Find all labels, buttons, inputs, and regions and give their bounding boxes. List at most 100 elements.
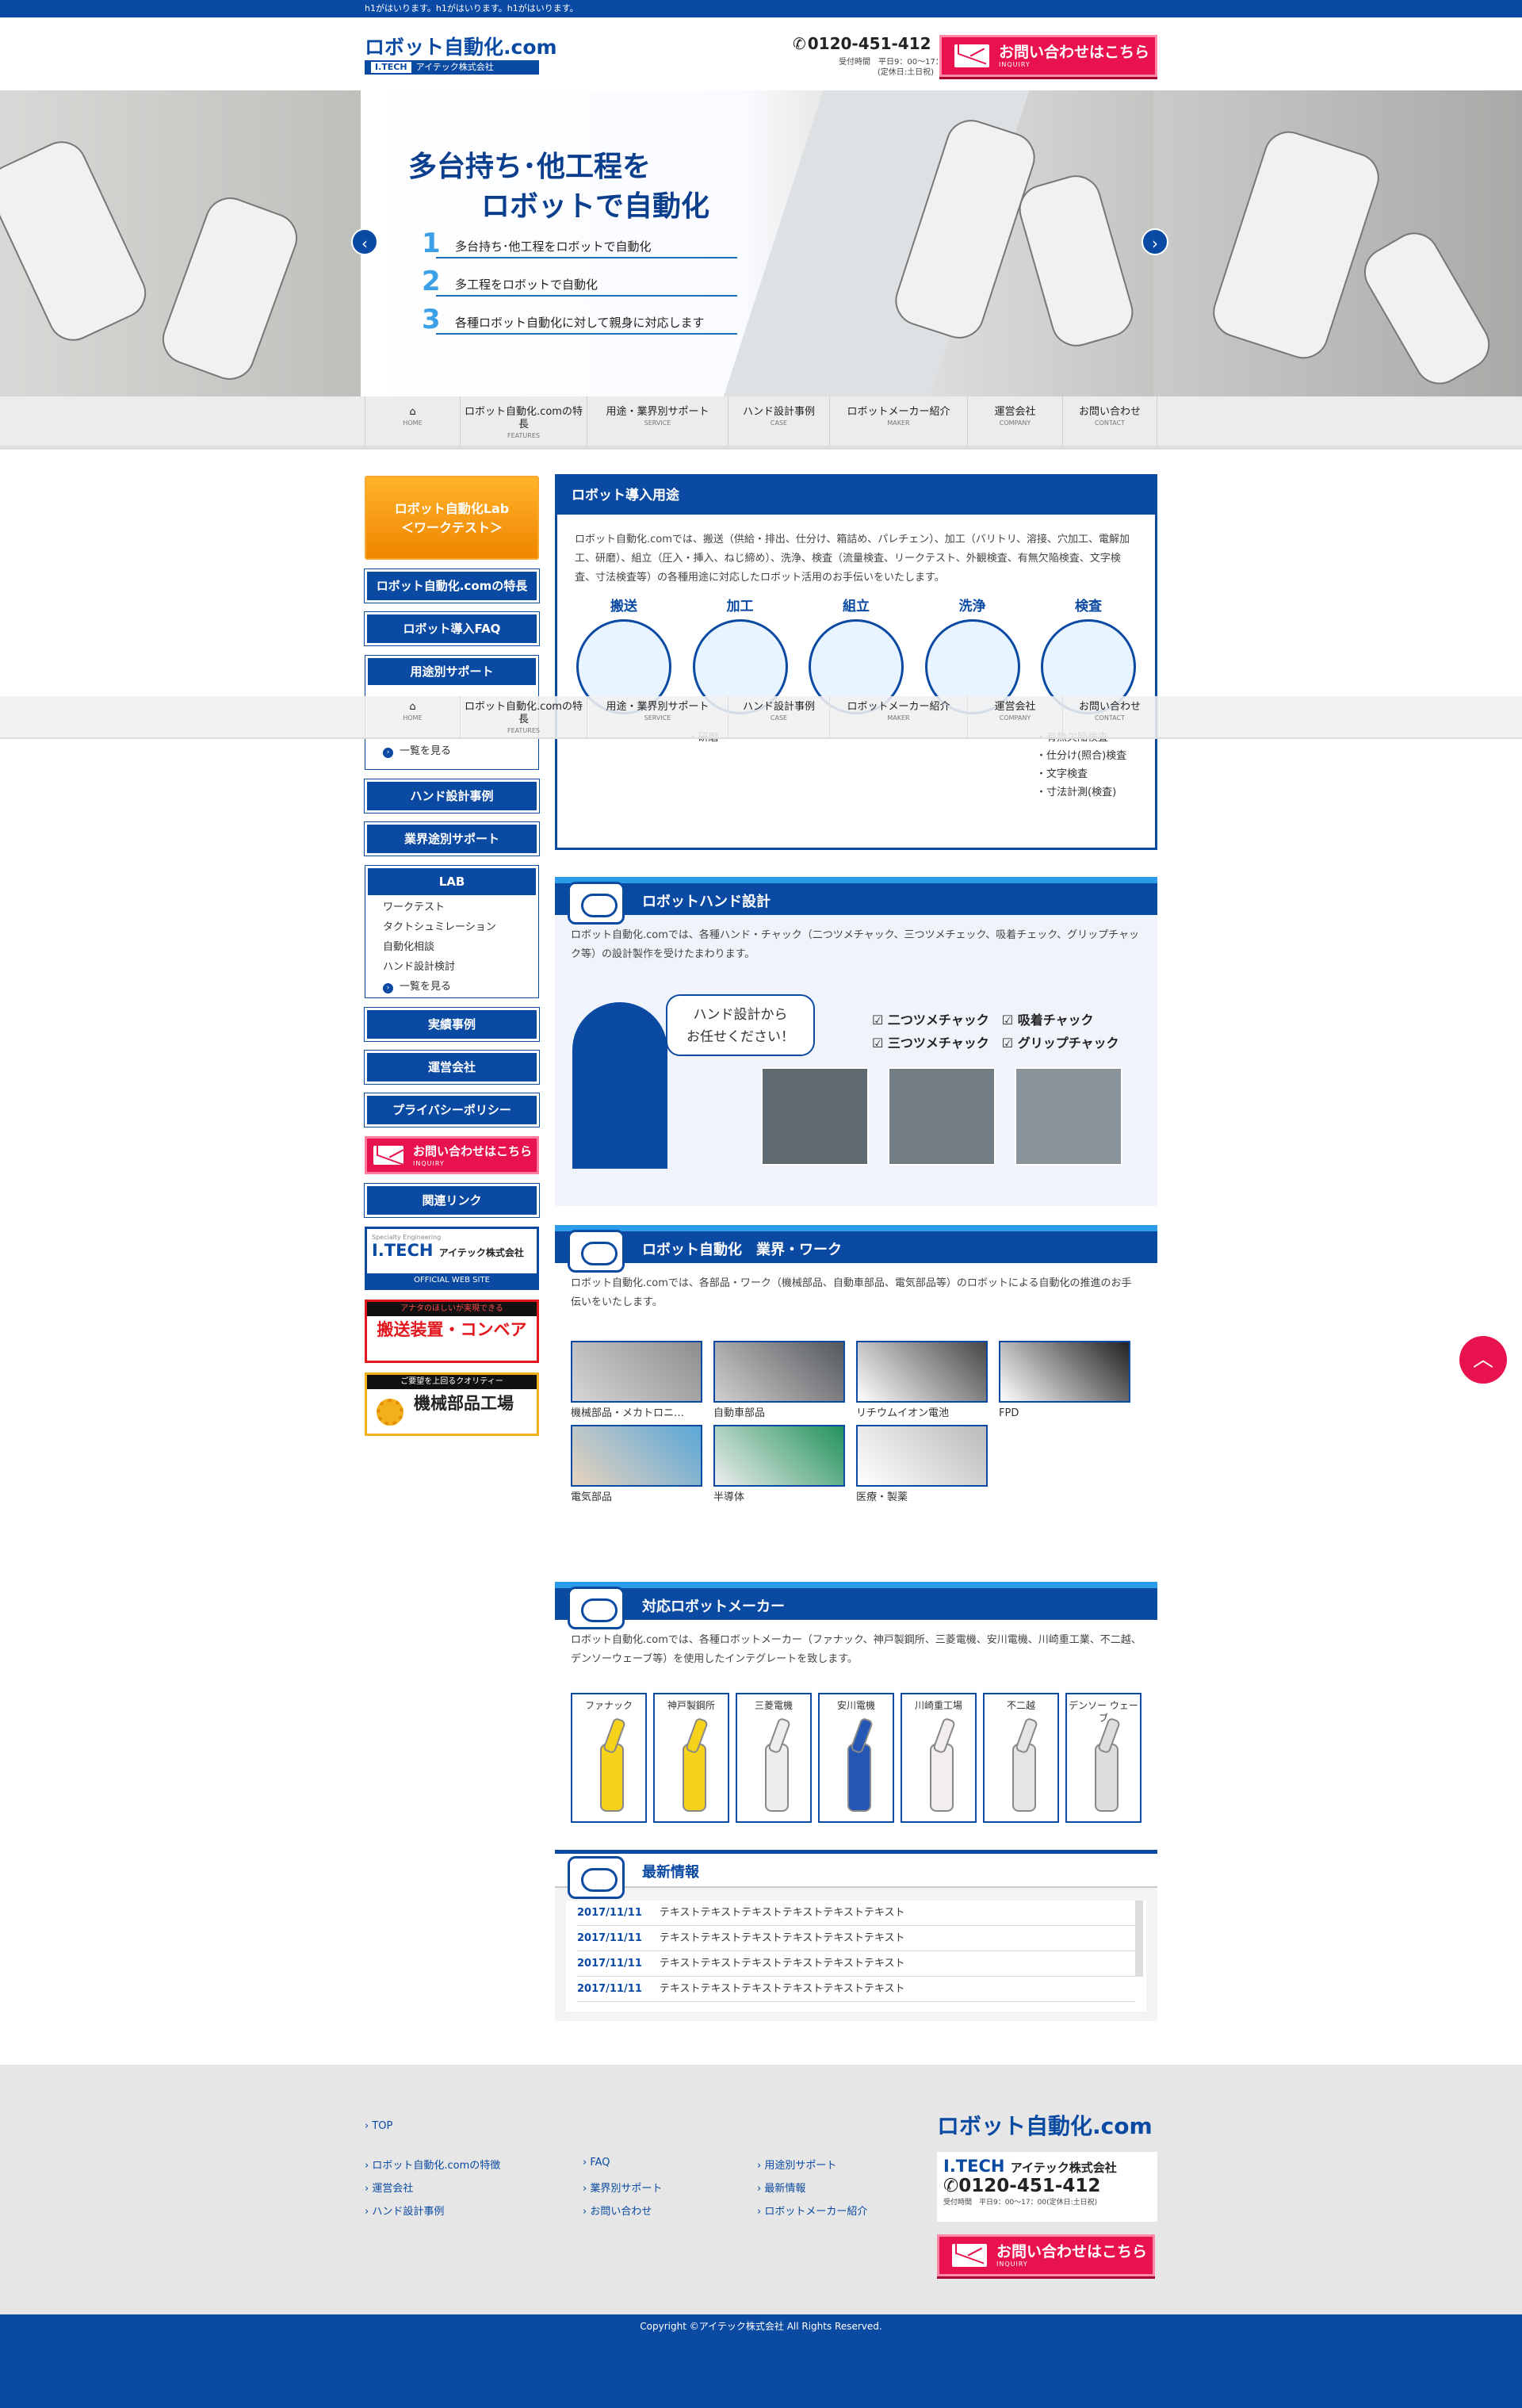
- footer-link[interactable]: ハンド設計事例: [365, 2203, 444, 2218]
- robot-icon: [1012, 1744, 1036, 1812]
- lab-button[interactable]: ロボット自動化Lab ＜ワークテスト＞: [365, 476, 539, 560]
- footer-link[interactable]: ロボットメーカー紹介: [757, 2203, 867, 2218]
- nav-case[interactable]: ハンド設計事例 CASE: [728, 696, 829, 739]
- sidebar-results[interactable]: 実績事例: [364, 1007, 540, 1042]
- nav-maker[interactable]: ロボットメーカー紹介 MAKER: [829, 396, 967, 446]
- hand-photo: [888, 1067, 996, 1166]
- robot-image: [1013, 169, 1139, 353]
- industry-image: [571, 1341, 702, 1403]
- nav-maker[interactable]: ロボットメーカー紹介 MAKER: [829, 696, 967, 739]
- lab-item[interactable]: 自動化相談: [365, 937, 538, 957]
- sidebar-privacy[interactable]: プライバシーポリシー: [364, 1093, 540, 1127]
- nav-features[interactable]: ロボット自動化.comの特長 FEATURES: [460, 396, 587, 446]
- slider-prev-button[interactable]: ‹: [351, 228, 378, 255]
- industry-image: [856, 1425, 988, 1487]
- maker-card[interactable]: デンソー ウェーブ: [1065, 1693, 1142, 1823]
- industry-card[interactable]: 電気部品: [571, 1425, 702, 1509]
- nav-case[interactable]: ハンド設計事例 CASE: [728, 396, 829, 446]
- footer-link[interactable]: 業界別サポート: [583, 2180, 662, 2195]
- contact-button[interactable]: お問い合わせはこちら INQUIRY: [939, 35, 1157, 77]
- nav-contact[interactable]: お問い合わせ CONTACT: [1062, 696, 1157, 739]
- site-logo[interactable]: ロボット自動化.com: [365, 32, 557, 60]
- footer-link[interactable]: 最新情報: [757, 2180, 805, 2195]
- industry-card[interactable]: リチウムイオン電池: [856, 1341, 988, 1425]
- lab-item[interactable]: ワークテスト: [365, 898, 538, 917]
- usage-section: ロボット導入用途 ロボット自動化.comでは、搬送（供給・排出、仕分け、箱詰め、…: [555, 474, 1157, 850]
- footer-link[interactable]: ロボット自動化.comの特徴: [365, 2157, 500, 2172]
- scrollbar[interactable]: [1135, 1901, 1143, 1977]
- nav-company[interactable]: 運営会社 COMPANY: [967, 396, 1062, 446]
- industry-card[interactable]: 医療・製薬: [856, 1425, 988, 1509]
- news-item[interactable]: 2017/11/11 テキストテキストテキストテキストテキストテキスト: [577, 1951, 1135, 1977]
- home-icon: ⌂: [409, 701, 416, 713]
- news-item[interactable]: 2017/11/11 テキストテキストテキストテキストテキストテキスト: [577, 1901, 1135, 1926]
- robot-icon: [847, 1744, 871, 1812]
- nav-service[interactable]: 用途・業界別サポート SERVICE: [587, 396, 728, 446]
- sidebar: ロボット自動化Lab ＜ワークテスト＞ ロボット自動化.comの特長 ロボット導入…: [364, 476, 540, 1436]
- nav-home[interactable]: ⌂ HOME: [365, 396, 460, 446]
- parts-factory-banner[interactable]: ご要望を上回るクオリティー 機械部品工場: [365, 1372, 539, 1436]
- robot-icon: [930, 1744, 954, 1812]
- sidebar-faq[interactable]: ロボット導入FAQ: [364, 611, 540, 646]
- footer-logo[interactable]: ロボット自動化.com: [937, 2109, 1153, 2141]
- arrow-icon: ›: [383, 983, 393, 993]
- footer-link[interactable]: 用途別サポート: [757, 2157, 836, 2172]
- footer: TOP ロボット自動化.comの特徴 運営会社 ハンド設計事例 FAQ 業界別サ…: [0, 2065, 1522, 2314]
- news-item[interactable]: 2017/11/11 テキストテキストテキストテキストテキストテキスト: [577, 1977, 1135, 2002]
- nav-contact[interactable]: お問い合わせ CONTACT: [1062, 396, 1157, 446]
- lab-item[interactable]: ハンド設計検討: [365, 957, 538, 977]
- page: h1がはいります。h1がはいります。h1がはいります。 ロボット自動化.com …: [0, 0, 1522, 2408]
- check-icon: ☑: [1001, 1036, 1014, 1051]
- footer-link[interactable]: 運営会社: [365, 2180, 413, 2195]
- sidebar-contact-button[interactable]: お問い合わせはこちら INQUIRY: [365, 1136, 539, 1174]
- home-icon: ⌂: [409, 406, 416, 418]
- industry-card[interactable]: FPD: [999, 1341, 1130, 1425]
- robot-image: [889, 113, 1042, 346]
- usage-more-link[interactable]: › 一覧を見る: [365, 741, 538, 762]
- sidebar-company[interactable]: 運営会社: [364, 1050, 540, 1085]
- robot-icon: [683, 1744, 706, 1812]
- gear-icon: [377, 1399, 403, 1426]
- footer-link[interactable]: TOP: [365, 2120, 392, 2132]
- footer-link[interactable]: お問い合わせ: [583, 2203, 652, 2218]
- business-hours: 受付時間 平日9：00～17：00 (定休日:土日祝): [839, 58, 954, 77]
- nav-home[interactable]: ⌂ HOME: [365, 696, 460, 739]
- news-list[interactable]: 2017/11/11 テキストテキストテキストテキストテキストテキスト 2017/…: [566, 1901, 1146, 2012]
- industry-grid: 機械部品・メカトロニ… 自動車部品 リチウムイオン電池 FPD 電気部品 半導体…: [571, 1341, 1130, 1509]
- news-item[interactable]: 2017/11/11 テキストテキストテキストテキストテキストテキスト: [577, 1926, 1135, 1951]
- lab-more-link[interactable]: › 一覧を見る: [365, 977, 538, 997]
- company-logo[interactable]: I.TECH アイテック株式会社: [365, 60, 539, 75]
- scroll-top-button[interactable]: ︿: [1459, 1336, 1507, 1384]
- mail-icon: [952, 2244, 987, 2267]
- maker-card[interactable]: ファナック: [571, 1693, 647, 1823]
- nav-service[interactable]: 用途・業界別サポート SERVICE: [587, 696, 728, 739]
- maker-card[interactable]: 安川電機: [818, 1693, 894, 1823]
- industry-card[interactable]: 半導体: [713, 1425, 845, 1509]
- slider-next-button[interactable]: ›: [1142, 228, 1168, 255]
- robot-image: [155, 190, 305, 387]
- hero-title: 多台持ち･他工程を ロボットで自動化: [408, 151, 710, 223]
- hero-point: 2 多工程をロボットで自動化: [422, 266, 737, 297]
- sidebar-industry[interactable]: 業界途別サポート: [364, 821, 540, 856]
- industry-image: [571, 1425, 702, 1487]
- footer-contact-button[interactable]: お問い合わせはこちら INQUIRY: [937, 2234, 1155, 2276]
- footer-link[interactable]: FAQ: [583, 2157, 610, 2169]
- itech-banner[interactable]: Specialty Engineering I.TECH アイテック株式会社 O…: [365, 1227, 539, 1290]
- conveyor-banner[interactable]: アナタのほしいが実現できる 搬送装置・コンベア: [365, 1300, 539, 1363]
- nav-company[interactable]: 運営会社 COMPANY: [967, 696, 1062, 739]
- maker-card[interactable]: 川崎重工場: [901, 1693, 977, 1823]
- lab-item[interactable]: タクトシュミレーション: [365, 917, 538, 937]
- industry-card[interactable]: 自動車部品: [713, 1341, 845, 1425]
- sidebar-links: 関連リンク: [364, 1183, 540, 1218]
- check-icon: ☑: [1001, 1013, 1014, 1028]
- maker-card[interactable]: 不二越: [983, 1693, 1059, 1823]
- maker-section: 対応ロボットメーカー ロボット自動化.comでは、各種ロボットメーカー（ファナッ…: [555, 1582, 1157, 1828]
- phone-number[interactable]: ✆ 0120-451-412: [793, 32, 933, 54]
- industry-card[interactable]: 機械部品・メカトロニ…: [571, 1341, 702, 1425]
- hero-point: 3 各種ロボット自動化に対して親身に対応します: [422, 304, 737, 335]
- sidebar-hand-case[interactable]: ハンド設計事例: [364, 779, 540, 814]
- sidebar-features[interactable]: ロボット自動化.comの特長: [364, 569, 540, 603]
- nav-features[interactable]: ロボット自動化.comの特長 FEATURES: [460, 696, 587, 739]
- maker-card[interactable]: 神戸製鋼所: [653, 1693, 729, 1823]
- maker-card[interactable]: 三菱電機: [736, 1693, 812, 1823]
